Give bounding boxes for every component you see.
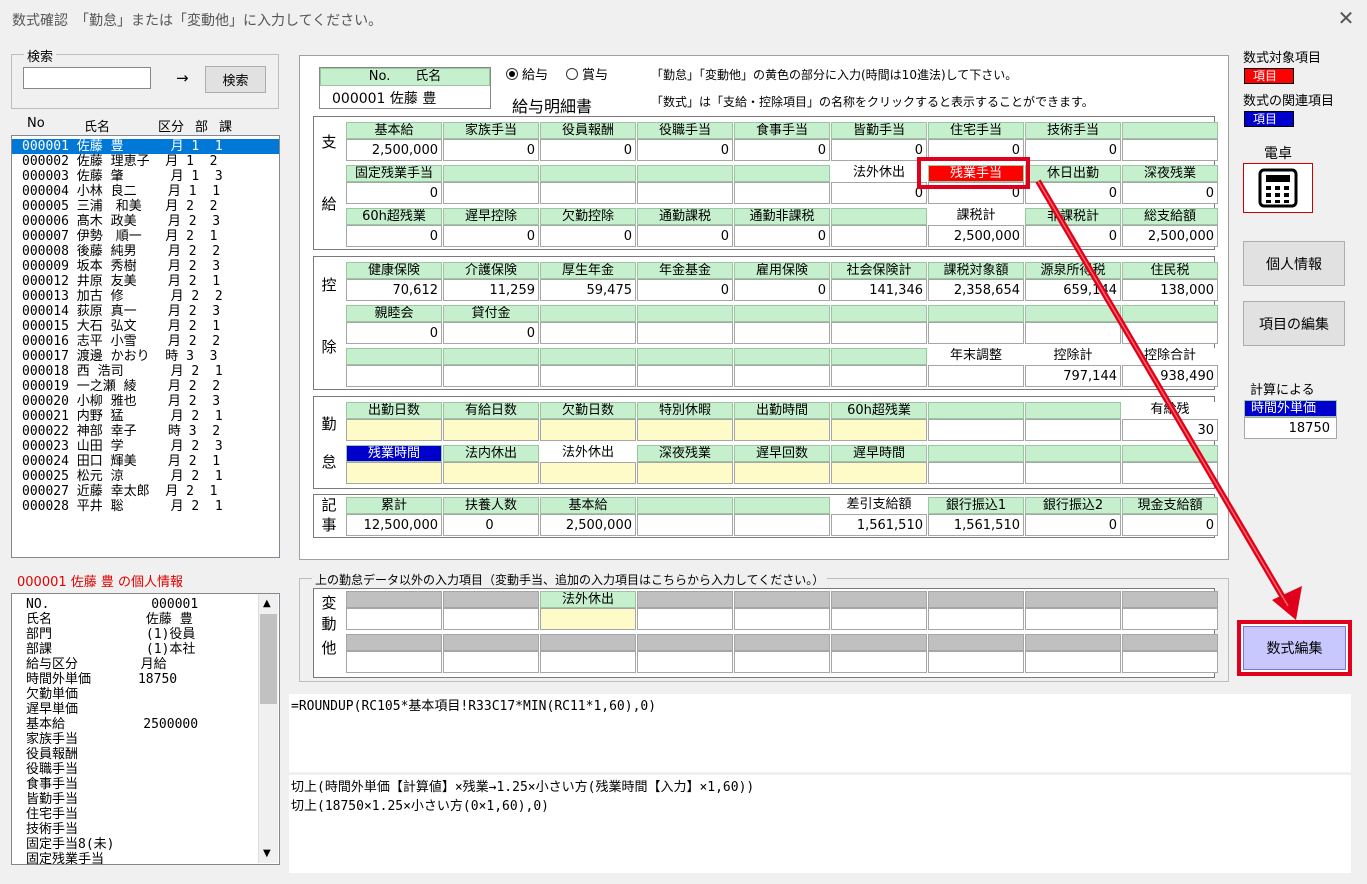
annotation-arrow [1035, 179, 1302, 620]
